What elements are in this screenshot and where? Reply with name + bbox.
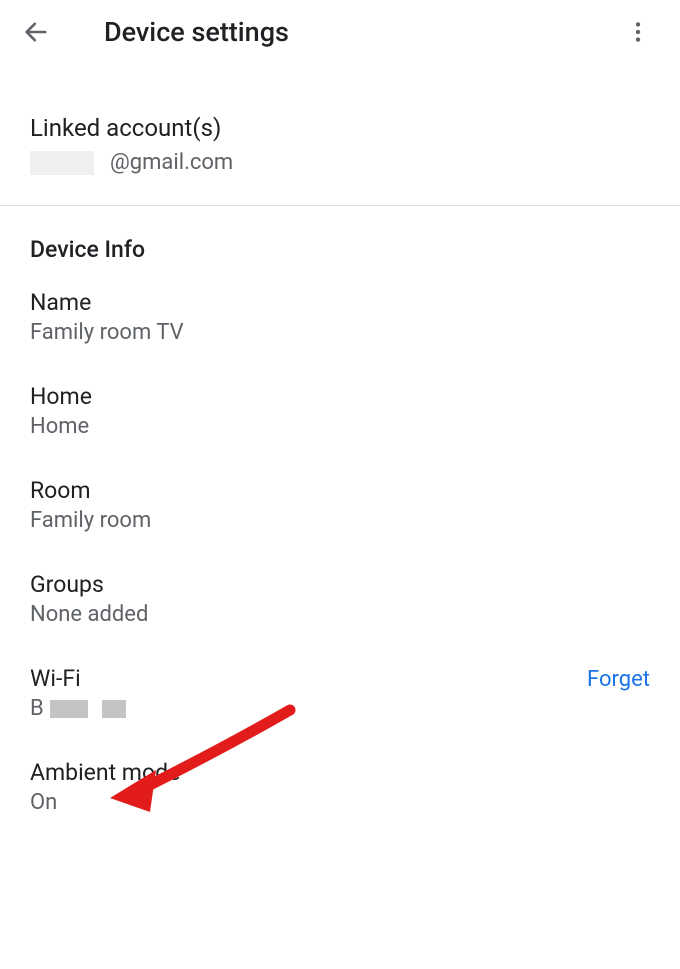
redacted-wifi-1 bbox=[50, 700, 88, 718]
setting-name-row[interactable]: Name Family room TV bbox=[0, 267, 680, 361]
linked-accounts-label: Linked account(s) bbox=[30, 114, 650, 142]
setting-room-row[interactable]: Room Family room bbox=[0, 455, 680, 549]
setting-room-value: Family room bbox=[30, 508, 650, 533]
setting-groups-value: None added bbox=[30, 602, 650, 627]
setting-room-label: Room bbox=[30, 477, 650, 504]
device-info-header: Device Info bbox=[0, 206, 680, 267]
redacted-wifi-2 bbox=[102, 700, 126, 718]
back-button[interactable] bbox=[12, 8, 60, 56]
linked-accounts-section[interactable]: Linked account(s) @gmail.com bbox=[0, 64, 680, 199]
wifi-forget-button[interactable]: Forget bbox=[587, 667, 650, 692]
email-domain: @gmail.com bbox=[110, 150, 233, 175]
setting-wifi-value: B bbox=[30, 696, 587, 721]
arrow-back-icon bbox=[22, 18, 50, 46]
setting-home-label: Home bbox=[30, 383, 650, 410]
more-menu-button[interactable] bbox=[614, 8, 662, 56]
setting-groups-row[interactable]: Groups None added bbox=[0, 549, 680, 643]
app-header: Device settings bbox=[0, 0, 680, 64]
wifi-name-prefix: B bbox=[30, 696, 44, 721]
setting-name-value: Family room TV bbox=[30, 320, 650, 345]
setting-wifi-label: Wi-Fi bbox=[30, 665, 587, 692]
setting-home-row[interactable]: Home Home bbox=[0, 361, 680, 455]
linked-account-email: @gmail.com bbox=[30, 150, 650, 175]
setting-groups-label: Groups bbox=[30, 571, 650, 598]
redacted-email-user bbox=[30, 151, 94, 175]
setting-home-value: Home bbox=[30, 414, 650, 439]
setting-wifi-row[interactable]: Wi-Fi B Forget bbox=[0, 643, 680, 737]
content-area: Linked account(s) @gmail.com Device Info… bbox=[0, 64, 680, 831]
setting-name-label: Name bbox=[30, 289, 650, 316]
setting-ambient-label: Ambient mode bbox=[30, 759, 650, 786]
setting-ambient-value: On bbox=[30, 790, 650, 815]
setting-ambient-row[interactable]: Ambient mode On bbox=[0, 737, 680, 831]
more-vert-icon bbox=[625, 19, 651, 45]
page-title: Device settings bbox=[104, 16, 289, 48]
